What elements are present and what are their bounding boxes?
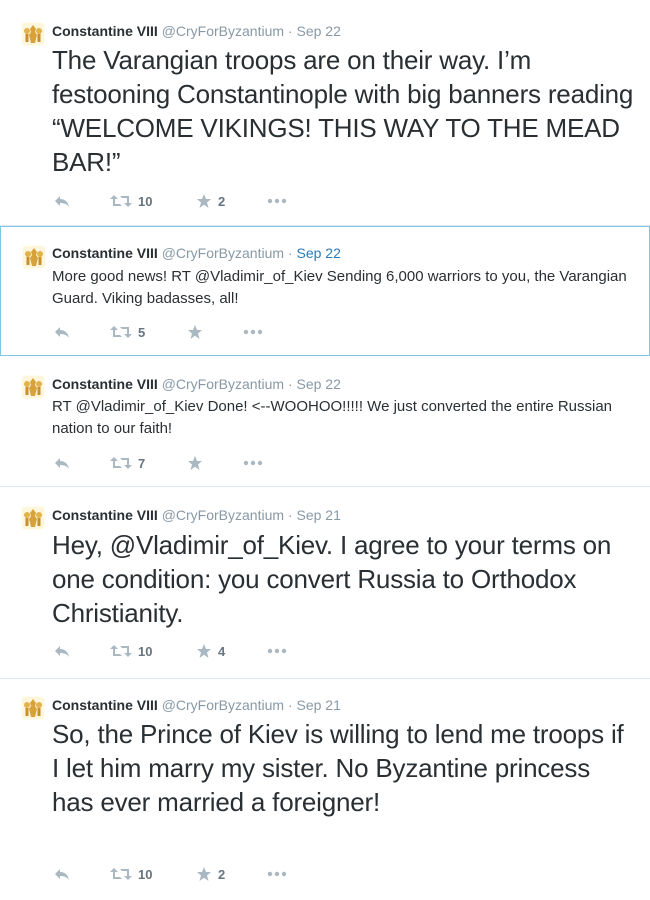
favorite-count: 2 [218, 193, 226, 209]
tweet-actions: 7 [54, 453, 354, 473]
retweet-icon [110, 326, 132, 338]
tweet-actions: 10 2 [54, 864, 354, 884]
reply-button[interactable] [54, 191, 70, 211]
tweet-header: Constantine VIII @CryForByzantium · Sep … [52, 244, 341, 262]
more-icon [243, 329, 263, 335]
tweet-text: The Varangian troops are on their way. I… [52, 45, 634, 177]
tweet-timestamp[interactable]: Sep 22 [296, 245, 340, 261]
tweet-header: Constantine VIII @CryForByzantium · Sep … [52, 375, 341, 393]
more-button[interactable] [243, 322, 263, 342]
header-separator: · [287, 245, 293, 261]
more-icon [267, 648, 287, 654]
retweet-button[interactable]: 7 [110, 453, 145, 473]
star-icon [197, 194, 211, 208]
avatar[interactable] [22, 245, 46, 269]
tweet-timestamp[interactable]: Sep 22 [296, 376, 340, 392]
more-icon [267, 198, 287, 204]
tweet-timestamp[interactable]: Sep 22 [296, 23, 340, 39]
tweet-timestamp[interactable]: Sep 21 [296, 507, 340, 523]
retweet-count: 7 [138, 455, 146, 471]
more-icon [267, 871, 287, 877]
author-name[interactable]: Constantine VIII [52, 507, 158, 523]
favorite-button[interactable]: 2 [196, 864, 225, 884]
retweet-icon [110, 195, 132, 207]
retweet-count: 10 [138, 193, 153, 209]
tweet-actions: 5 [54, 322, 354, 342]
tweet-text: Hey, @Vladimir_of_Kiev. I agree to your … [52, 530, 612, 628]
retweet-count: 5 [138, 324, 146, 340]
star-icon [197, 867, 211, 881]
tweet[interactable]: Constantine VIII @CryForByzantium · Sep … [0, 356, 650, 487]
tweet-selected[interactable]: Constantine VIII @CryForByzantium · Sep … [0, 226, 650, 356]
tweet-timestamp[interactable]: Sep 21 [296, 697, 340, 713]
star-icon [197, 644, 211, 658]
retweet-button[interactable]: 10 [110, 864, 152, 884]
retweet-icon [110, 868, 132, 880]
tweet-actions: 10 4 [54, 641, 354, 661]
author-name[interactable]: Constantine VIII [52, 376, 158, 392]
avatar[interactable] [21, 375, 45, 399]
retweet-count: 10 [138, 643, 153, 659]
tweet-text: More good news! RT @Vladimir_of_Kiev Sen… [52, 268, 627, 307]
more-icon [243, 460, 263, 466]
author-handle[interactable]: @CryForByzantium [162, 376, 284, 392]
author-name[interactable]: Constantine VIII [52, 245, 158, 261]
author-handle[interactable]: @CryForByzantium [162, 245, 284, 261]
tweet[interactable]: Constantine VIII @CryForByzantium · Sep … [0, 679, 650, 900]
favorite-count: 2 [218, 866, 226, 882]
author-name[interactable]: Constantine VIII [52, 697, 158, 713]
more-button[interactable] [267, 191, 287, 211]
header-separator: · [287, 697, 293, 713]
reply-icon [55, 869, 69, 880]
retweet-button[interactable]: 10 [110, 641, 152, 661]
retweet-count: 10 [138, 866, 153, 882]
more-button[interactable] [267, 864, 287, 884]
reply-button[interactable] [54, 453, 70, 473]
tweet-actions: 10 2 [54, 191, 354, 211]
tweet-header: Constantine VIII @CryForByzantium · Sep … [52, 696, 341, 714]
avatar[interactable] [21, 22, 45, 46]
more-button[interactable] [267, 641, 287, 661]
author-handle[interactable]: @CryForByzantium [162, 697, 284, 713]
avatar[interactable] [21, 506, 45, 530]
tweet-text: So, the Prince of Kiev is willing to len… [52, 719, 624, 817]
retweet-button[interactable]: 10 [110, 191, 152, 211]
tweet-text: RT @Vladimir_of_Kiev Done! <--WOOHOO!!!!… [52, 398, 613, 437]
favorite-button[interactable]: 4 [196, 641, 225, 661]
author-name[interactable]: Constantine VIII [52, 23, 158, 39]
favorite-button[interactable] [187, 453, 209, 473]
header-separator: · [287, 23, 293, 39]
header-separator: · [287, 507, 293, 523]
author-handle[interactable]: @CryForByzantium [162, 507, 284, 523]
avatar[interactable] [21, 696, 45, 720]
retweet-icon [110, 457, 132, 469]
retweet-icon [110, 645, 132, 657]
favorite-count: 4 [218, 643, 226, 659]
retweet-button[interactable]: 5 [110, 322, 145, 342]
tweet[interactable]: Constantine VIII @CryForByzantium · Sep … [0, 487, 650, 679]
reply-icon [55, 646, 69, 657]
tweet[interactable]: Constantine VIII @CryForByzantium · Sep … [0, 0, 650, 226]
more-button[interactable] [243, 453, 263, 473]
reply-button[interactable] [54, 641, 70, 661]
header-separator: · [287, 376, 293, 392]
author-handle[interactable]: @CryForByzantium [162, 23, 284, 39]
reply-icon [55, 458, 69, 469]
reply-icon [55, 327, 69, 338]
tweet-timeline: Constantine VIII @CryForByzantium · Sep … [0, 0, 650, 900]
reply-button[interactable] [54, 322, 70, 342]
favorite-button[interactable]: 2 [196, 191, 225, 211]
favorite-button[interactable] [187, 322, 209, 342]
reply-icon [55, 196, 69, 207]
reply-button[interactable] [54, 864, 70, 884]
star-icon [188, 325, 202, 339]
tweet-header: Constantine VIII @CryForByzantium · Sep … [52, 506, 341, 524]
tweet-header: Constantine VIII @CryForByzantium · Sep … [52, 22, 341, 40]
star-icon [188, 456, 202, 470]
